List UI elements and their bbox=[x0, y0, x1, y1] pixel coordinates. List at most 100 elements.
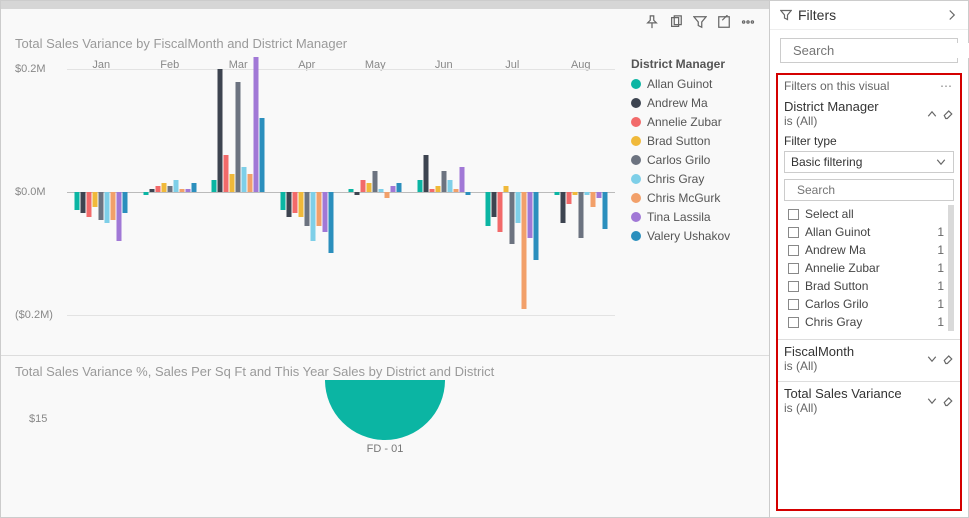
more-icon[interactable]: ⋯ bbox=[940, 79, 954, 93]
bar[interactable] bbox=[572, 192, 577, 195]
bar[interactable] bbox=[441, 171, 446, 192]
bar[interactable] bbox=[99, 192, 104, 220]
bar[interactable] bbox=[522, 192, 527, 309]
bar[interactable] bbox=[224, 155, 229, 192]
filter-value-row[interactable]: Chris Gray1 bbox=[784, 313, 948, 331]
bar[interactable] bbox=[596, 192, 601, 198]
bar[interactable] bbox=[429, 189, 434, 192]
bar[interactable] bbox=[117, 192, 122, 241]
bar[interactable] bbox=[248, 174, 253, 192]
bar[interactable] bbox=[254, 57, 259, 192]
bar[interactable] bbox=[123, 192, 128, 213]
filters-search-input[interactable] bbox=[793, 43, 969, 58]
chevron-right-icon[interactable] bbox=[946, 9, 958, 21]
bar[interactable] bbox=[417, 180, 422, 192]
filter-type-select[interactable]: Basic filtering bbox=[784, 151, 954, 173]
bar[interactable] bbox=[590, 192, 595, 207]
bar[interactable] bbox=[167, 186, 172, 192]
bar[interactable] bbox=[373, 171, 378, 192]
bar[interactable] bbox=[498, 192, 503, 232]
bar[interactable] bbox=[492, 192, 497, 217]
legend-item[interactable]: Valery Ushakov bbox=[631, 229, 755, 243]
focus-icon[interactable] bbox=[717, 15, 731, 32]
chevron-down-icon[interactable] bbox=[926, 395, 938, 407]
bar[interactable] bbox=[212, 180, 217, 192]
bar[interactable] bbox=[292, 192, 297, 213]
legend-item[interactable]: Brad Sutton bbox=[631, 134, 755, 148]
bar[interactable] bbox=[236, 82, 241, 192]
bar[interactable] bbox=[93, 192, 98, 207]
bar[interactable] bbox=[504, 186, 509, 192]
bar[interactable] bbox=[173, 180, 178, 192]
bar[interactable] bbox=[260, 118, 265, 192]
bar[interactable] bbox=[566, 192, 571, 204]
filter-value-row[interactable]: Select all bbox=[784, 205, 948, 223]
bar[interactable] bbox=[179, 189, 184, 192]
checkbox[interactable] bbox=[788, 209, 799, 220]
legend-item[interactable]: Andrew Ma bbox=[631, 96, 755, 110]
bar[interactable] bbox=[286, 192, 291, 217]
bar[interactable] bbox=[149, 189, 154, 192]
filter-value-row[interactable]: Annelie Zubar1 bbox=[784, 259, 948, 277]
filter-card-head[interactable]: District Manager is (All) bbox=[784, 99, 954, 128]
bar[interactable] bbox=[242, 167, 247, 192]
bar[interactable] bbox=[87, 192, 92, 217]
bar[interactable] bbox=[528, 192, 533, 238]
bar[interactable] bbox=[602, 192, 607, 229]
legend-item[interactable]: Allan Guinot bbox=[631, 77, 755, 91]
bar[interactable] bbox=[155, 186, 160, 192]
bar[interactable] bbox=[447, 180, 452, 192]
filter-value-row[interactable]: Allan Guinot1 bbox=[784, 223, 948, 241]
checkbox[interactable] bbox=[788, 317, 799, 328]
filters-search[interactable] bbox=[780, 38, 958, 63]
bar[interactable] bbox=[391, 186, 396, 192]
bar[interactable] bbox=[361, 180, 366, 192]
clear-icon[interactable] bbox=[942, 353, 954, 365]
bar[interactable] bbox=[554, 192, 559, 195]
bar[interactable] bbox=[75, 192, 80, 210]
filter-card-head[interactable]: Total Sales Variance is (All) bbox=[784, 386, 954, 415]
bar[interactable] bbox=[143, 192, 148, 195]
filter-value-row[interactable]: Andrew Ma1 bbox=[784, 241, 948, 259]
legend-item[interactable]: Chris McGurk bbox=[631, 191, 755, 205]
bar[interactable] bbox=[355, 192, 360, 195]
bar[interactable] bbox=[316, 192, 321, 226]
bar[interactable] bbox=[304, 192, 309, 226]
filter-value-row[interactable]: Carlos Grilo1 bbox=[784, 295, 948, 313]
bar[interactable] bbox=[516, 192, 521, 223]
bar[interactable] bbox=[105, 192, 110, 223]
bar[interactable] bbox=[111, 192, 116, 220]
bar[interactable] bbox=[367, 183, 372, 192]
checkbox[interactable] bbox=[788, 227, 799, 238]
bar[interactable] bbox=[435, 186, 440, 192]
copy-icon[interactable] bbox=[669, 15, 683, 32]
bar[interactable] bbox=[534, 192, 539, 260]
bar[interactable] bbox=[328, 192, 333, 253]
bar[interactable] bbox=[298, 192, 303, 217]
checkbox[interactable] bbox=[788, 299, 799, 310]
checkbox[interactable] bbox=[788, 245, 799, 256]
bar[interactable] bbox=[379, 189, 384, 192]
filter-card-head[interactable]: FiscalMonth is (All) bbox=[784, 344, 954, 373]
bar[interactable] bbox=[280, 192, 285, 210]
filter-value-row[interactable]: Brad Sutton1 bbox=[784, 277, 948, 295]
bar[interactable] bbox=[584, 192, 589, 195]
clear-icon[interactable] bbox=[942, 108, 954, 120]
bar[interactable] bbox=[385, 192, 390, 198]
value-list[interactable]: Select allAllan Guinot1Andrew Ma1Annelie… bbox=[784, 205, 954, 331]
chevron-down-icon[interactable] bbox=[926, 353, 938, 365]
chevron-up-icon[interactable] bbox=[926, 108, 938, 120]
bar[interactable] bbox=[230, 174, 235, 192]
plot-area[interactable]: $0.2M$0.0M($0.2M) JanFebMarAprMayJunJulA… bbox=[15, 57, 615, 347]
bar[interactable] bbox=[349, 189, 354, 192]
bar[interactable] bbox=[423, 155, 428, 192]
checkbox[interactable] bbox=[788, 263, 799, 274]
bar[interactable] bbox=[465, 192, 470, 195]
bar[interactable] bbox=[218, 69, 223, 192]
bar[interactable] bbox=[191, 183, 196, 192]
legend-item[interactable]: Tina Lassila bbox=[631, 210, 755, 224]
pin-icon[interactable] bbox=[645, 15, 659, 32]
more-icon[interactable] bbox=[741, 15, 755, 32]
legend-item[interactable]: Annelie Zubar bbox=[631, 115, 755, 129]
checkbox[interactable] bbox=[788, 281, 799, 292]
